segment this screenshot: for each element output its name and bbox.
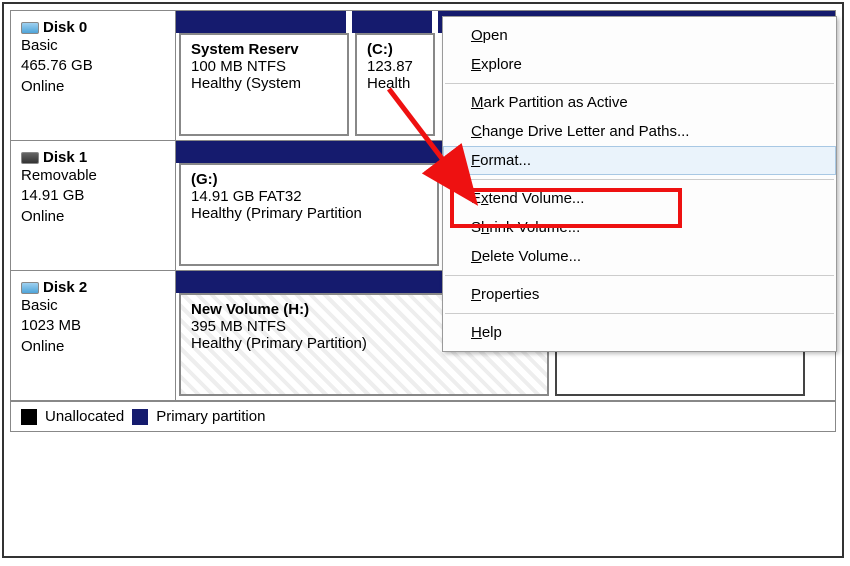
menu-separator	[445, 179, 834, 180]
legend-swatch-primary	[132, 409, 148, 425]
disk-info[interactable]: Disk 1 Removable 14.91 GB Online	[11, 141, 176, 270]
menu-separator	[445, 275, 834, 276]
partition-system-reserved[interactable]: System Reserv 100 MB NTFS Healthy (Syste…	[179, 33, 349, 136]
disk-size: 1023 MB	[21, 316, 165, 336]
menu-properties[interactable]: Properties	[443, 280, 836, 309]
partition-status: Healthy (System	[191, 75, 337, 92]
disk-management-window: Disk 0 Basic 465.76 GB Online System Res…	[2, 2, 844, 558]
partition-status: Health	[367, 75, 423, 92]
menu-separator	[445, 83, 834, 84]
legend: Unallocated Primary partition	[11, 401, 835, 431]
disk-label: Disk 2	[43, 279, 87, 296]
disk-type: Basic	[21, 36, 165, 56]
menu-delete[interactable]: Delete Volume...	[443, 242, 836, 271]
partition-label: (C:)	[367, 41, 423, 58]
disk-status: Online	[21, 77, 165, 97]
disk-icon	[21, 22, 39, 34]
disk-icon	[21, 152, 39, 164]
partition-size: 123.87	[367, 58, 423, 75]
disk-status: Online	[21, 207, 165, 227]
legend-label-unallocated: Unallocated	[45, 408, 124, 425]
disk-info[interactable]: Disk 2 Basic 1023 MB Online	[11, 271, 176, 400]
menu-mark-active[interactable]: Mark Partition as Active	[443, 88, 836, 117]
disk-status: Online	[21, 337, 165, 357]
disk-size: 14.91 GB	[21, 186, 165, 206]
partition-label: (G:)	[191, 171, 427, 188]
disk-label: Disk 0	[43, 19, 87, 36]
disk-label: Disk 1	[43, 149, 87, 166]
menu-format[interactable]: Format...	[443, 146, 836, 175]
partition-label: System Reserv	[191, 41, 337, 58]
menu-shrink[interactable]: Shrink Volume...	[443, 213, 836, 242]
menu-extend[interactable]: Extend Volume...	[443, 184, 836, 213]
partition-c[interactable]: (C:) 123.87 Health	[355, 33, 435, 136]
disk-type: Basic	[21, 296, 165, 316]
disk-type: Removable	[21, 166, 165, 186]
context-menu: Open Explore Mark Partition as Active Ch…	[442, 16, 837, 352]
partition-size: 14.91 GB FAT32	[191, 188, 427, 205]
disk-size: 465.76 GB	[21, 56, 165, 76]
menu-explore[interactable]: Explore	[443, 50, 836, 79]
disk-icon	[21, 282, 39, 294]
legend-label-primary: Primary partition	[156, 408, 265, 425]
partition-g[interactable]: (G:) 14.91 GB FAT32 Healthy (Primary Par…	[179, 163, 439, 266]
menu-change-letter[interactable]: Change Drive Letter and Paths...	[443, 117, 836, 146]
legend-swatch-unallocated	[21, 409, 37, 425]
partition-status: Healthy (Primary Partition	[191, 205, 427, 222]
menu-open[interactable]: Open	[443, 21, 836, 50]
disk-info[interactable]: Disk 0 Basic 465.76 GB Online	[11, 11, 176, 140]
partition-size: 100 MB NTFS	[191, 58, 337, 75]
menu-help[interactable]: Help	[443, 318, 836, 347]
menu-separator	[445, 313, 834, 314]
